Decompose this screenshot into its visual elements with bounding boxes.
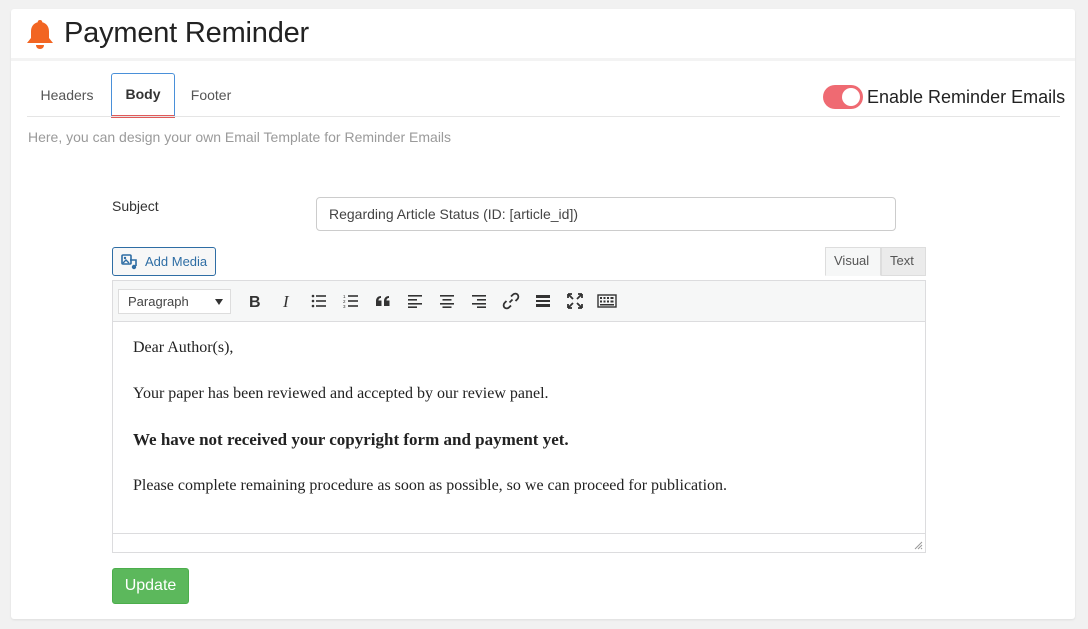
toolbar-toggle-icon	[597, 294, 617, 308]
fullscreen-button[interactable]	[559, 287, 591, 315]
blockquote-button[interactable]	[367, 287, 399, 315]
svg-text:3: 3	[343, 304, 346, 308]
add-media-button[interactable]: Add Media	[112, 247, 216, 276]
bold-button[interactable]: B	[239, 287, 271, 315]
editor-content[interactable]: Dear Author(s), Your paper has been revi…	[113, 322, 925, 534]
editor-mode-tabs: Visual Text	[825, 247, 926, 276]
align-center-button[interactable]	[431, 287, 463, 315]
help-text: Here, you can design your own Email Temp…	[28, 129, 452, 145]
format-select-value: Paragraph	[128, 293, 189, 309]
add-media-icon	[121, 253, 137, 269]
paragraph-notice: We have not received your copyright form…	[133, 430, 569, 449]
numbered-list-button[interactable]: 1 2 3	[335, 287, 367, 315]
chevron-down-icon	[215, 298, 223, 305]
resize-handle-icon[interactable]	[913, 540, 923, 550]
paragraph-greeting: Dear Author(s),	[133, 339, 234, 356]
tab-visual[interactable]: Visual	[825, 247, 881, 276]
tab-body[interactable]: Body	[111, 73, 175, 118]
bullet-list-button[interactable]	[303, 287, 335, 315]
italic-icon: I	[282, 293, 290, 309]
link-icon	[502, 292, 520, 310]
align-left-button[interactable]	[399, 287, 431, 315]
italic-button[interactable]: I	[271, 287, 303, 315]
paragraph-accepted: Your paper has been reviewed and accepte…	[133, 385, 549, 402]
editor-toolbar: Paragraph B I 1 2 3	[113, 281, 925, 322]
rich-text-editor: Paragraph B I 1 2 3 Dear Author(s), Your…	[112, 280, 926, 553]
bold-icon: B	[249, 294, 261, 309]
bell-icon	[25, 18, 55, 50]
toggle-label: Enable Reminder Emails	[867, 86, 1066, 107]
blockquote-icon	[376, 296, 390, 306]
align-right-icon	[472, 295, 486, 308]
tab-text[interactable]: Text	[881, 247, 926, 276]
enable-reminder-toggle-group: Enable Reminder Emails	[823, 85, 1065, 109]
format-select[interactable]: Paragraph	[118, 288, 231, 314]
numbered-list-icon: 1 2 3	[343, 294, 358, 308]
update-button[interactable]: Update	[112, 568, 189, 604]
bullet-list-icon	[311, 294, 326, 308]
toolbar-toggle-button[interactable]	[591, 287, 623, 315]
read-more-button[interactable]	[527, 287, 559, 315]
card-header: Payment Reminder	[11, 9, 1075, 61]
subject-label: Subject	[112, 198, 159, 214]
tabs-divider	[27, 116, 1060, 117]
subject-input[interactable]	[316, 197, 896, 231]
align-left-icon	[408, 295, 422, 308]
toggle-knob	[842, 88, 860, 106]
tab-footer[interactable]: Footer	[183, 73, 239, 118]
editor-statusbar	[113, 533, 925, 552]
svg-text:B: B	[249, 294, 261, 309]
align-right-button[interactable]	[463, 287, 495, 315]
tab-headers[interactable]: Headers	[31, 73, 103, 118]
svg-text:I: I	[282, 293, 290, 309]
add-media-label: Add Media	[145, 254, 208, 269]
read-more-icon	[536, 295, 550, 307]
settings-card: Payment Reminder Headers Body Footer Ena…	[11, 9, 1075, 619]
enable-reminder-toggle[interactable]	[823, 85, 863, 109]
link-button[interactable]	[495, 287, 527, 315]
paragraph-request: Please complete remaining procedure as s…	[133, 477, 728, 494]
fullscreen-icon	[567, 293, 583, 309]
align-center-icon	[440, 295, 454, 308]
page-title: Payment Reminder	[64, 17, 310, 49]
